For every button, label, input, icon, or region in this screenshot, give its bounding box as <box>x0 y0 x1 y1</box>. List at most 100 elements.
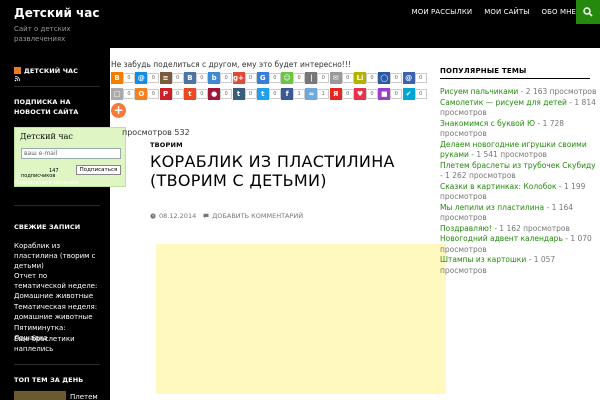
share-button[interactable]: □ 0 <box>111 88 135 100</box>
share-button[interactable]: @0 <box>402 72 427 84</box>
share-count: 0 <box>293 73 306 83</box>
yahoo-icon: ■ <box>378 88 391 100</box>
share-button[interactable]: P0 <box>159 88 184 100</box>
recent-post-link[interactable]: Отчет по тематической неделе: Домашние ж… <box>14 271 100 301</box>
share-button[interactable]: t0 <box>183 88 208 100</box>
post-date[interactable]: 08.12.2014 <box>159 212 196 220</box>
popular-topic-link[interactable]: Поздравляю! <box>440 224 492 233</box>
share-button[interactable]: ☺ 0 <box>281 72 306 84</box>
nav-item-about[interactable]: ОБО МНЕ <box>542 8 576 16</box>
popular-topic-link[interactable]: Знакомимся с буквой Ю <box>440 119 535 128</box>
add-comment-link[interactable]: ДОБАВИТЬ КОММЕНТАРИЙ <box>212 212 303 220</box>
share-count: 0 <box>147 73 160 83</box>
popular-topic-item: Новогодний адвент календарь - 1 070 прос… <box>440 234 598 255</box>
popular-topic-link[interactable]: Плетем браслеты из трубочек Скубиду <box>440 161 596 170</box>
share-button[interactable]: Я0 <box>329 88 354 100</box>
subscribe-box-title: Детский час <box>20 132 73 141</box>
share-button[interactable]: Li 0 <box>354 72 378 84</box>
popular-topic-link[interactable]: Штампы из картошки <box>440 255 526 264</box>
yandex-icon: Я <box>329 88 342 100</box>
left-sidebar: Сайт о детских развлечениях ДЕТСКИЙ ЧАС … <box>0 0 110 400</box>
share-button[interactable]: G0 <box>256 72 281 84</box>
subscribe-email-input[interactable]: ваш e-mail <box>21 148 121 159</box>
popular-topic-item: Плетем браслеты из трубочек Скубиду - 1 … <box>440 161 598 182</box>
share-button[interactable]: t0 <box>232 88 257 100</box>
share-count: 0 <box>244 89 257 99</box>
subscribe-by-letter-link[interactable]: Подписаться письмом <box>14 180 79 186</box>
stumbleupon-icon: t <box>183 88 196 100</box>
odnoklassniki-icon: O <box>135 88 148 100</box>
more-share-button[interactable]: + <box>111 103 126 118</box>
search-icon <box>583 7 593 17</box>
share-button[interactable]: @0 <box>135 72 160 84</box>
nav-item-mailings[interactable]: МОИ РАССЫЛКИ <box>412 8 473 16</box>
rss-icon[interactable] <box>14 67 21 82</box>
popular-topic-views: - 1 262 просмотров <box>440 171 516 180</box>
popular-topic-item: Штампы из картошки - 1 057 просмотров <box>440 255 598 276</box>
share-count: 0 <box>268 89 281 99</box>
search-button[interactable] <box>576 0 600 24</box>
popular-topic-link[interactable]: Новогодний адвент календарь <box>440 234 563 243</box>
share-count: 0 <box>341 89 354 99</box>
friendfeed-icon: ☺ <box>281 72 294 84</box>
comment-icon <box>203 213 209 219</box>
clock-icon <box>150 213 156 219</box>
share-button[interactable]: ≡ 0 <box>159 72 184 84</box>
popular-topics-title: ПОПУЛЯРНЫЕ ТЕМЫ <box>440 67 527 75</box>
share-count: 0 <box>414 73 427 83</box>
share-count: 0 <box>268 73 281 83</box>
recent-post-link[interactable]: Еще браслетики наплелись <box>14 334 100 354</box>
popular-topic-views: - 1 541 просмотров <box>468 150 547 159</box>
top-day-link[interactable]: Плетем <box>70 392 106 400</box>
share-button[interactable]: ♥ 0 <box>354 88 378 100</box>
popular-topic-link[interactable]: Сказки в картинках: Колобок <box>440 182 557 191</box>
share-count: 0 <box>390 89 403 99</box>
share-button[interactable]: ■ 0 <box>378 88 403 100</box>
recent-post-link[interactable]: Тематическая неделя: домашние животные <box>14 302 100 322</box>
share-button[interactable]: ✉ 0 <box>329 72 354 84</box>
share-count: 0 <box>195 89 208 99</box>
mail-ru-icon: @ <box>135 72 148 84</box>
top-day-thumbnail[interactable] <box>14 391 66 400</box>
share-button[interactable]: t0 <box>256 88 281 100</box>
popular-topic-item: Делаем новогодние игрушки своими руками … <box>440 140 598 161</box>
share-button[interactable]: B0 <box>111 72 135 84</box>
share-button[interactable]: g+ 0 <box>232 72 257 84</box>
subscribe-button[interactable]: Подписаться <box>76 165 121 175</box>
nav-item-my-sites[interactable]: МОИ САЙТЫ <box>484 8 529 16</box>
livejournal-icon: ◯ <box>378 72 391 84</box>
share-button[interactable]: ≈1 <box>305 88 330 100</box>
popular-topic-link[interactable]: Мы лепили из пластилина <box>440 203 544 212</box>
share-button[interactable]: ✔ 0 <box>402 88 427 100</box>
subscriber-count-label: подписчиков <box>21 173 56 179</box>
share-count: 0 <box>414 89 427 99</box>
share-button[interactable]: В0 <box>183 72 208 84</box>
buzz-icon: | <box>305 72 318 84</box>
popular-topic-item: Рисуем пальчиками - 2 163 просмотров <box>440 87 598 98</box>
share-count: 0 <box>366 73 378 83</box>
share-button[interactable]: f1 <box>281 88 306 100</box>
bookmarks-icon: ≡ <box>159 72 172 84</box>
post-category[interactable]: ТВОРИМ <box>150 141 183 149</box>
popular-topic-item: Самолетик — рисуем для детей - 1 814 про… <box>440 98 598 119</box>
share-button[interactable]: O0 <box>135 88 160 100</box>
post-title: КОРАБЛИК ИЗ ПЛАСТИЛИНА (ТВОРИМ С ДЕТЬМИ) <box>150 152 395 190</box>
rss-widget-title[interactable]: ДЕТСКИЙ ЧАС <box>24 67 78 75</box>
recent-post-link[interactable]: Кораблик из пластилина (творим с детьми) <box>14 241 100 271</box>
share-button[interactable]: b0 <box>208 72 233 84</box>
share-count: 1 <box>317 89 330 99</box>
site-title[interactable]: Детский час <box>14 6 99 20</box>
popular-topic-link[interactable]: Рисуем пальчиками <box>440 87 518 96</box>
google-plus-icon: g+ <box>232 72 245 84</box>
ad-placeholder <box>156 244 446 394</box>
share-button[interactable]: | 0 <box>305 72 330 84</box>
recent-posts-title: СВЕЖИЕ ЗАПИСИ <box>14 223 81 231</box>
popular-topic-link[interactable]: Самолетик — рисуем для детей <box>440 98 567 107</box>
share-count: 0 <box>195 73 208 83</box>
share-button[interactable]: ◯ 0 <box>378 72 403 84</box>
google-icon: G <box>256 72 269 84</box>
post-meta: 08.12.2014 ДОБАВИТЬ КОММЕНТАРИЙ <box>150 212 303 220</box>
share-count: 0 <box>366 89 378 99</box>
heart-icon: ♥ <box>354 88 366 100</box>
share-button[interactable]: ● 0 <box>208 88 233 100</box>
